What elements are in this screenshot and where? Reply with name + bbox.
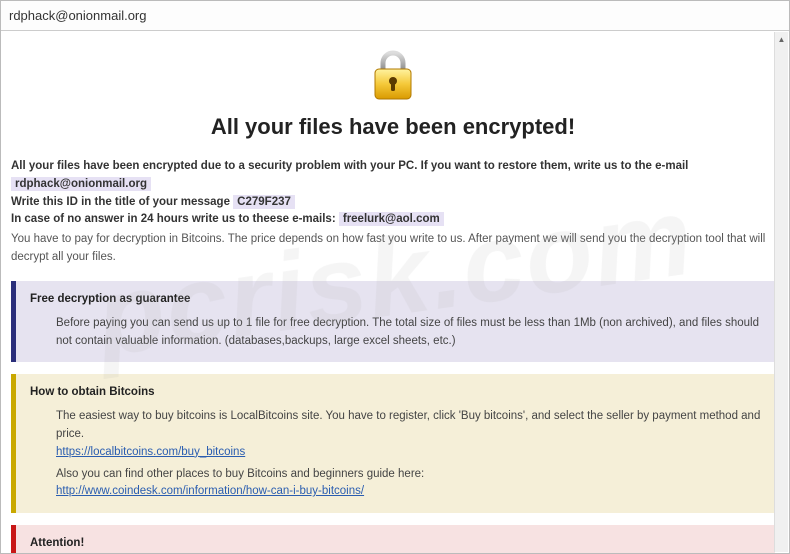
victim-id: C279F237 bbox=[233, 195, 295, 209]
btc-link-1[interactable]: https://localbitcoins.com/buy_bitcoins bbox=[56, 446, 245, 458]
page-heading: All your files have been encrypted! bbox=[11, 114, 775, 140]
intro-line3-text: In case of no answer in 24 hours write u… bbox=[11, 213, 336, 225]
intro-block: All your files have been encrypted due t… bbox=[11, 158, 775, 267]
intro-line-3: In case of no answer in 24 hours write u… bbox=[11, 211, 775, 229]
app-window: rdphack@onionmail.org bbox=[0, 0, 790, 554]
free-decryption-title: Free decryption as guarantee bbox=[30, 291, 763, 309]
window-titlebar: rdphack@onionmail.org bbox=[1, 1, 789, 31]
contact-email-2: freelurk@aol.com bbox=[339, 212, 444, 226]
payment-line: You have to pay for decryption in Bitcoi… bbox=[11, 231, 775, 267]
contact-email-1: rdphack@onionmail.org bbox=[11, 177, 151, 191]
intro-line-2: Write this ID in the title of your messa… bbox=[11, 194, 775, 212]
intro-line-1: All your files have been encrypted due t… bbox=[11, 158, 775, 194]
btc-line-1: The easiest way to buy bitcoins is Local… bbox=[56, 408, 763, 444]
intro-line2-text: Write this ID in the title of your messa… bbox=[11, 196, 230, 208]
scrollbar[interactable]: ▲ bbox=[774, 32, 788, 552]
btc-link-2[interactable]: http://www.coindesk.com/information/how-… bbox=[56, 485, 364, 497]
free-decryption-body: Before paying you can send us up to 1 fi… bbox=[30, 315, 763, 351]
lock-icon-wrap bbox=[11, 49, 775, 106]
btc-line-2: Also you can find other places to buy Bi… bbox=[56, 466, 763, 484]
obtain-bitcoins-body: The easiest way to buy bitcoins is Local… bbox=[30, 408, 763, 501]
obtain-bitcoins-box: How to obtain Bitcoins The easiest way t… bbox=[11, 374, 775, 513]
attention-box: Attention! Do not rename encrypted files… bbox=[11, 525, 775, 553]
content-area: All your files have been encrypted! All … bbox=[1, 31, 789, 553]
lock-icon bbox=[369, 88, 417, 105]
intro-line1-text: All your files have been encrypted due t… bbox=[11, 160, 688, 172]
scroll-up-arrow[interactable]: ▲ bbox=[775, 32, 788, 46]
free-decryption-box: Free decryption as guarantee Before payi… bbox=[11, 281, 775, 362]
obtain-bitcoins-title: How to obtain Bitcoins bbox=[30, 384, 763, 402]
window-title: rdphack@onionmail.org bbox=[9, 8, 147, 23]
attention-title: Attention! bbox=[30, 535, 763, 553]
